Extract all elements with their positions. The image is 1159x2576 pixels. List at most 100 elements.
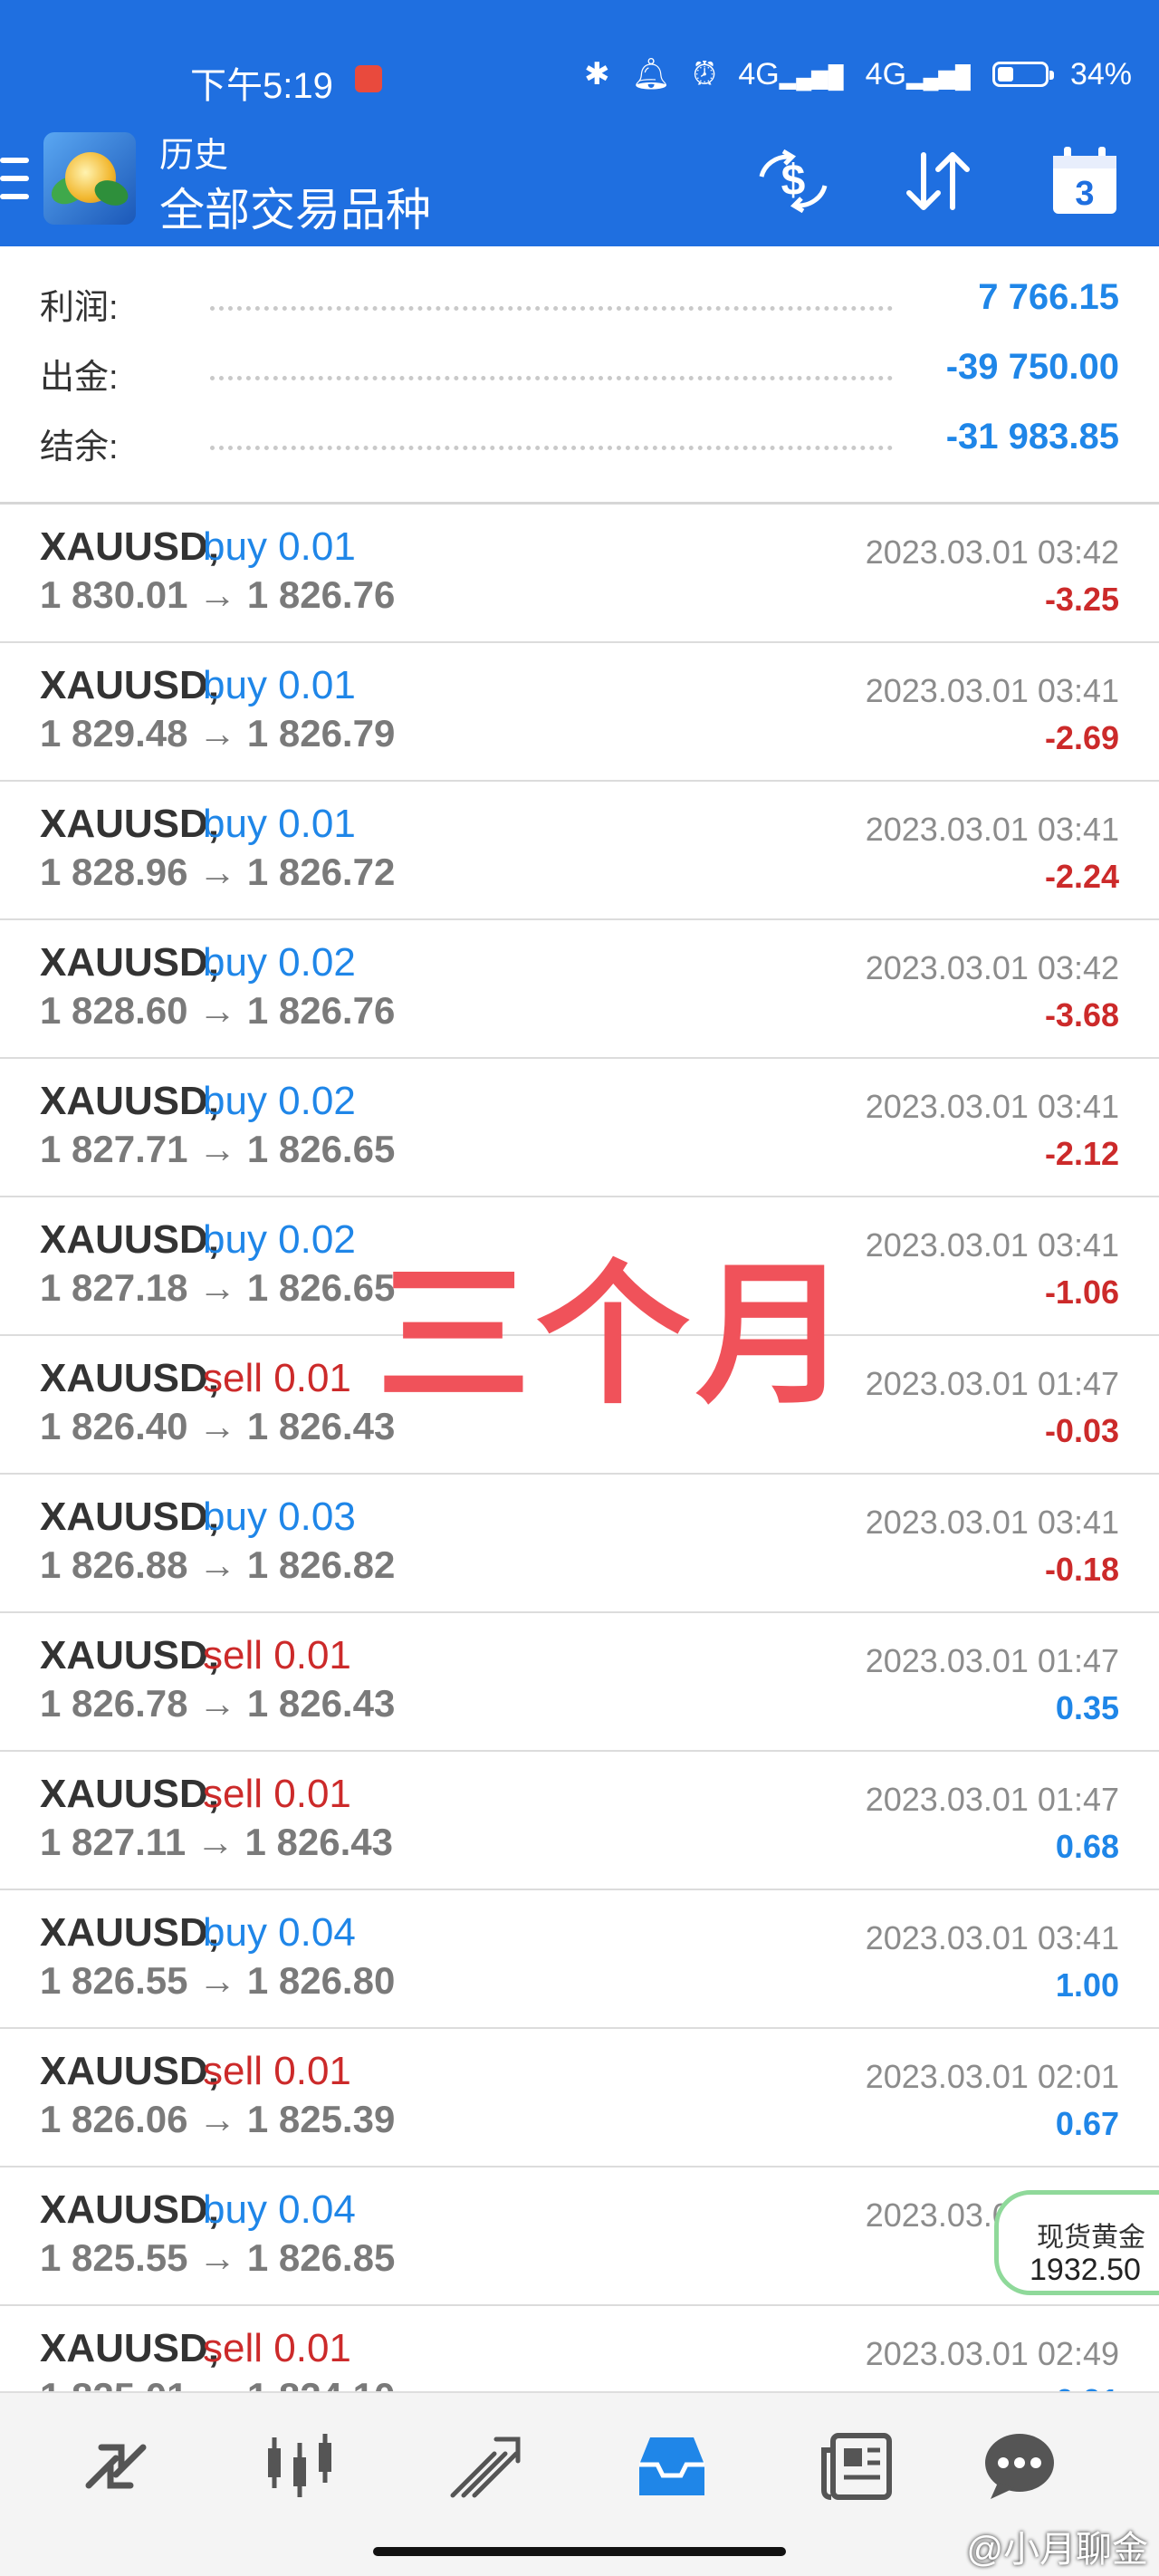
trade-symbol: XAUUSD, (40, 1633, 220, 1677)
trade-row[interactable]: XAUUSD, buy 0.01 1 829.48 → 1 826.79 2023.0… (0, 643, 1159, 782)
signal-icon: 4G▂▄▆█ (738, 56, 844, 91)
trade-time: 2023.03.01 01:47 (865, 1781, 1119, 1818)
trade-time: 2023.03.01 01:47 (865, 1365, 1119, 1402)
trade-side: sell 0.01 (203, 2326, 351, 2370)
trade-pnl: -2.69 (1044, 719, 1119, 756)
trade-prices: 1 825.55 → 1 826.85 (40, 2236, 396, 2279)
trade-row[interactable]: XAUUSD, sell 0.01 1 826.06 → 1 825.39 2023.… (0, 2029, 1159, 2167)
dotted-leader (210, 306, 893, 311)
currency-exchange-icon[interactable]: $ (748, 145, 838, 217)
trade-prices: 1 827.18 → 1 826.65 (40, 1266, 396, 1309)
trade-symbol: XAUUSD, (40, 2187, 220, 2232)
toolbar: 历史 全部交易品种 $ 3 (0, 127, 1159, 246)
nav-history-icon[interactable] (627, 2426, 717, 2507)
float-widget-price: 1932.50 (1030, 2253, 1141, 2287)
menu-icon[interactable] (0, 158, 29, 199)
trade-symbol: XAUUSD, (40, 1910, 220, 1955)
trade-row[interactable]: XAUUSD, buy 0.04 1 826.55 → 1 826.80 2023.0… (0, 1890, 1159, 2029)
trade-prices: 1 826.40 → 1 826.43 (40, 1405, 396, 1447)
trade-side: sell 0.01 (203, 1772, 351, 1816)
trade-pnl: -2.24 (1044, 858, 1119, 895)
page-title[interactable]: 全部交易品种 (159, 174, 431, 239)
trade-time: 2023.03.01 02:49 (865, 2335, 1119, 2372)
sort-icon[interactable] (893, 145, 983, 217)
withdraw-label: 出金: (40, 359, 119, 397)
trade-side: sell 0.01 (203, 1356, 351, 1400)
trade-side: buy 0.03 (203, 1495, 356, 1539)
trade-pnl: -3.68 (1044, 996, 1119, 1033)
trade-prices: 1 830.01 → 1 826.76 (40, 573, 396, 616)
trade-symbol: XAUUSD, (40, 1356, 220, 1400)
trade-pnl: -2.12 (1044, 1135, 1119, 1172)
summary-withdraw-row: 出金: -39 750.00 (40, 345, 1119, 399)
trade-pnl: 1.00 (1055, 1966, 1119, 2004)
trade-symbol: XAUUSD, (40, 1079, 220, 1123)
trade-symbol: XAUUSD, (40, 1495, 220, 1539)
trade-time: 2023.03.01 03:41 (865, 1919, 1119, 1956)
trade-prices: 1 826.55 → 1 826.80 (40, 1959, 396, 2002)
trade-side: buy 0.01 (203, 802, 356, 846)
trade-time: 2023.03.01 03:41 (865, 672, 1119, 709)
battery-icon (991, 62, 1054, 87)
trade-row[interactable]: XAUUSD, buy 0.02 1 827.71 → 1 826.65 2023.0… (0, 1059, 1159, 1197)
header: 下午5:19 ✱ 🔔︎ ⏰︎ 4G▂▄▆█ 4G▂▄▆█ 34% 历史 全部交易… (0, 0, 1159, 246)
svg-text:$: $ (781, 157, 806, 205)
watermark: @小月聊金 (966, 2530, 1148, 2570)
floating-quote-widget[interactable]: 现货黄金 1932.50 (994, 2190, 1159, 2295)
trade-pnl: -3.25 (1044, 581, 1119, 618)
bell-icon: 🔔︎ (631, 57, 671, 91)
summary-profit-row: 利润: 7 766.15 (40, 275, 1119, 330)
withdraw-value: -39 750.00 (945, 347, 1119, 387)
trade-prices: 1 826.06 → 1 825.39 (40, 2098, 396, 2140)
nav-chat-icon[interactable] (974, 2426, 1065, 2507)
trade-time: 2023.03.01 01:47 (865, 1642, 1119, 1679)
trade-symbol: XAUUSD, (40, 2326, 220, 2370)
nav-quotes-icon[interactable] (71, 2426, 161, 2507)
trade-row[interactable]: XAUUSD, buy 0.01 1 830.01 → 1 826.76 2023.0… (0, 505, 1159, 643)
trade-symbol: XAUUSD, (40, 524, 220, 569)
trade-symbol: XAUUSD, (40, 802, 220, 846)
profit-value: 7 766.15 (978, 277, 1119, 317)
alarm-icon: ⏰︎ (692, 56, 717, 91)
status-icons: ✱ 🔔︎ ⏰︎ 4G▂▄▆█ 4G▂▄▆█ 34% (584, 56, 1132, 92)
trade-side: buy 0.04 (203, 1910, 356, 1955)
nav-chart-candles-icon[interactable] (255, 2426, 346, 2507)
trade-row[interactable]: XAUUSD, sell 0.01 1 826.78 → 1 826.43 2023.… (0, 1613, 1159, 1752)
trade-side: sell 0.01 (203, 2049, 351, 2093)
trade-pnl: 0.67 (1055, 2105, 1119, 2142)
trade-pnl: 0.35 (1055, 1689, 1119, 1726)
trade-prices: 1 828.60 → 1 826.76 (40, 989, 396, 1032)
trade-row[interactable]: XAUUSD, sell 0.01 1 827.11 → 1 826.43 2023.… (0, 1752, 1159, 1890)
page-subtitle: 历史 (159, 137, 229, 175)
home-indicator[interactable] (373, 2547, 786, 2556)
trade-time: 2023.03.01 03:41 (865, 811, 1119, 848)
battery-percent: 34% (1069, 56, 1132, 91)
trade-prices: 1 827.71 → 1 826.65 (40, 1128, 396, 1170)
trade-pnl: -0.03 (1044, 1412, 1119, 1449)
calendar-icon[interactable]: 3 (1038, 145, 1132, 217)
trade-symbol: XAUUSD, (40, 2049, 220, 2093)
bottom-nav: @小月聊金 (0, 2391, 1159, 2576)
dotted-leader (210, 376, 893, 380)
trade-row[interactable]: XAUUSD, buy 0.04 1 825.55 → 1 826.85 2023.0… (0, 2167, 1159, 2306)
trade-row[interactable]: XAUUSD, buy 0.03 1 826.88 → 1 826.82 2023.0… (0, 1475, 1159, 1613)
trade-symbol: XAUUSD, (40, 663, 220, 707)
summary-balance-row: 结余: -31 983.85 (40, 415, 1119, 469)
status-bar: 下午5:19 ✱ 🔔︎ ⏰︎ 4G▂▄▆█ 4G▂▄▆█ 34% (0, 0, 1159, 127)
trade-symbol: XAUUSD, (40, 1217, 220, 1262)
trade-prices: 1 826.88 → 1 826.82 (40, 1543, 396, 1586)
trade-side: buy 0.01 (203, 663, 356, 707)
nav-news-icon[interactable] (811, 2426, 902, 2507)
trade-row[interactable]: XAUUSD, buy 0.01 1 828.96 → 1 826.72 2023.0… (0, 782, 1159, 920)
trade-symbol: XAUUSD, (40, 1772, 220, 1816)
app-root: 下午5:19 ✱ 🔔︎ ⏰︎ 4G▂▄▆█ 4G▂▄▆█ 34% 历史 全部交易… (0, 0, 1159, 2576)
trade-side: buy 0.04 (203, 2187, 356, 2232)
bluetooth-icon: ✱ (584, 57, 610, 91)
nav-trade-icon[interactable] (440, 2426, 531, 2507)
trade-pnl: -0.18 (1044, 1551, 1119, 1588)
trade-row[interactable]: XAUUSD, buy 0.02 1 828.60 → 1 826.76 2023.0… (0, 920, 1159, 1059)
trade-time: 2023.03.01 03:41 (865, 1504, 1119, 1541)
svg-text:3: 3 (1075, 175, 1094, 213)
trade-pnl: -1.06 (1044, 1274, 1119, 1311)
trade-time: 2023.03.01 03:41 (865, 1226, 1119, 1264)
